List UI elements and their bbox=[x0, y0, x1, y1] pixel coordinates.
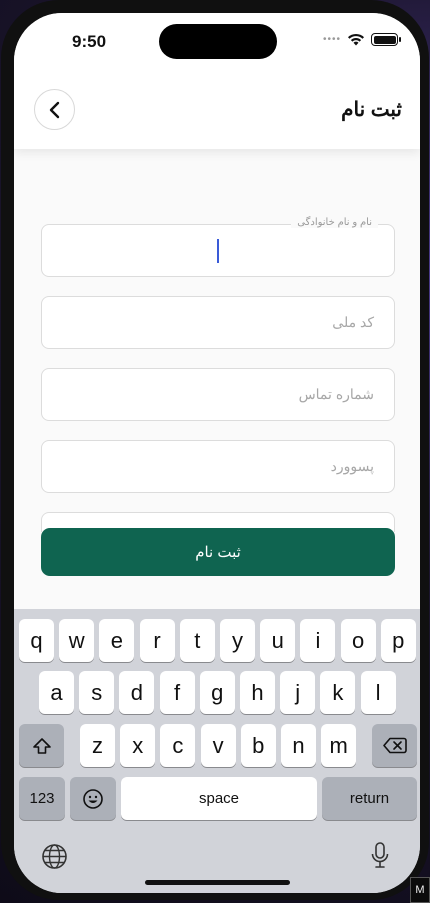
shift-key[interactable] bbox=[19, 724, 64, 767]
key-l[interactable]: l bbox=[360, 671, 396, 714]
key-v[interactable]: v bbox=[200, 724, 236, 767]
key-y[interactable]: y bbox=[220, 619, 255, 662]
key-f[interactable]: f bbox=[159, 671, 195, 714]
key-r[interactable]: r bbox=[139, 619, 175, 662]
key-w[interactable]: w bbox=[59, 619, 95, 662]
password-field[interactable]: پسوورد bbox=[41, 440, 395, 493]
key-m[interactable]: m bbox=[321, 724, 357, 767]
key-g[interactable]: g bbox=[199, 671, 235, 714]
national-code-field[interactable]: کد ملی bbox=[41, 296, 395, 349]
battery-icon bbox=[371, 33, 401, 46]
key-u[interactable]: u bbox=[260, 619, 296, 662]
key-x[interactable]: x bbox=[120, 724, 156, 767]
key-j[interactable]: j bbox=[280, 671, 316, 714]
key-c[interactable]: c bbox=[160, 724, 196, 767]
globe-icon bbox=[42, 844, 67, 869]
key-e[interactable]: e bbox=[99, 619, 135, 662]
key-i[interactable]: i bbox=[300, 619, 336, 662]
key-n[interactable]: n bbox=[281, 724, 316, 767]
key-q[interactable]: q bbox=[19, 619, 54, 662]
key-t[interactable]: t bbox=[179, 619, 215, 662]
back-button[interactable] bbox=[34, 89, 75, 130]
keyboard: qwertyuiop asdfghjkl zxcvbnm 123 space r… bbox=[14, 609, 420, 893]
home-indicator bbox=[145, 880, 290, 885]
microphone-icon bbox=[371, 842, 389, 868]
emoji-icon bbox=[83, 788, 103, 809]
key-b[interactable]: b bbox=[240, 724, 276, 767]
key-h[interactable]: h bbox=[240, 671, 275, 714]
text-caret bbox=[217, 239, 219, 263]
key-z[interactable]: z bbox=[80, 724, 115, 767]
return-key[interactable]: return bbox=[322, 777, 417, 820]
submit-button[interactable]: ثبت نام bbox=[41, 528, 395, 576]
backspace-key[interactable] bbox=[372, 724, 417, 767]
chevron-left-icon bbox=[49, 101, 59, 118]
national-code-placeholder: کد ملی bbox=[332, 314, 374, 330]
status-icons: •••• bbox=[322, 33, 401, 46]
key-k[interactable]: k bbox=[320, 671, 356, 714]
screen: 9:50 •••• ثبت نام نام و نام خانوادگی کد … bbox=[14, 13, 420, 893]
phone-field[interactable]: شماره تماس bbox=[41, 368, 395, 421]
key-s[interactable]: s bbox=[79, 671, 115, 714]
backspace-icon bbox=[382, 737, 407, 754]
wifi-icon bbox=[348, 33, 364, 46]
corner-badge: M bbox=[410, 877, 430, 903]
dynamic-island bbox=[159, 24, 277, 59]
key-d[interactable]: d bbox=[119, 671, 155, 714]
full-name-label: نام و نام خانوادگی bbox=[291, 217, 378, 228]
phone-frame: 9:50 •••• ثبت نام نام و نام خانوادگی کد … bbox=[1, 0, 429, 900]
key-o[interactable]: o bbox=[340, 619, 376, 662]
microphone-key[interactable] bbox=[370, 841, 390, 876]
key-p[interactable]: p bbox=[380, 619, 416, 662]
key-a[interactable]: a bbox=[39, 671, 74, 714]
signal-icon: •••• bbox=[322, 34, 341, 45]
phone-placeholder: شماره تماس bbox=[298, 386, 374, 402]
password-placeholder: پسوورد bbox=[330, 458, 374, 474]
numbers-key[interactable]: 123 bbox=[19, 777, 65, 820]
shift-icon bbox=[32, 737, 51, 754]
status-time: 9:50 bbox=[72, 32, 107, 51]
space-key[interactable]: space bbox=[121, 777, 317, 820]
full-name-field[interactable]: نام و نام خانوادگی bbox=[41, 217, 395, 277]
emoji-key[interactable] bbox=[70, 777, 116, 820]
page-title: ثبت نام bbox=[341, 99, 402, 121]
app-header: 9:50 •••• ثبت نام bbox=[14, 13, 420, 149]
globe-key[interactable] bbox=[41, 843, 68, 875]
